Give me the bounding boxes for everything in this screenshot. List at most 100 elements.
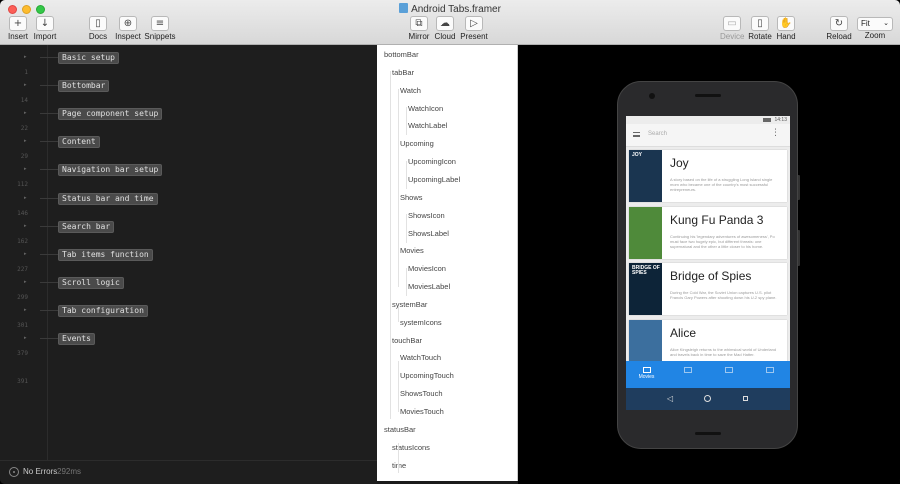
- tree-guide: [390, 71, 391, 419]
- layer-item[interactable]: MoviesTouch: [400, 407, 444, 416]
- layer-item[interactable]: bottomBar: [384, 50, 419, 59]
- fold-arrow-icon[interactable]: ▸: [24, 223, 27, 229]
- code-fold[interactable]: Search bar: [58, 220, 115, 233]
- layer-item[interactable]: MoviesLabel: [408, 282, 450, 291]
- recents-icon[interactable]: [743, 396, 748, 401]
- tree-guide: [398, 89, 399, 287]
- layer-item[interactable]: WatchTouch: [400, 353, 441, 362]
- code-fold[interactable]: Content: [58, 136, 100, 149]
- code-fold[interactable]: Bottombar: [58, 80, 110, 93]
- fold-arrow-icon[interactable]: ▸: [24, 279, 27, 285]
- fold-arrow-icon[interactable]: ▸: [24, 82, 27, 88]
- fold-arrow-icon[interactable]: ▸: [24, 166, 27, 172]
- line-number: 162: [17, 237, 28, 245]
- docs-label: Docs: [88, 32, 108, 41]
- code-fold[interactable]: Scroll logic: [58, 276, 124, 289]
- hand-button[interactable]: ✋ Hand: [776, 16, 796, 44]
- movie-description: A story based on the life of a strugglin…: [670, 177, 773, 192]
- code-fold[interactable]: Navigation bar setup: [58, 164, 163, 177]
- layer-item[interactable]: statusBar: [384, 425, 416, 434]
- movie-card[interactable]: JOY Joy A story based on the life of a str…: [629, 150, 787, 202]
- layer-item[interactable]: ShowsIcon: [408, 211, 445, 220]
- zoom-select[interactable]: Fit ⌄: [857, 17, 893, 31]
- tab-movies[interactable]: Movies: [626, 361, 667, 388]
- layer-item[interactable]: UpcomingIcon: [408, 157, 456, 166]
- search-placeholder: Search: [648, 131, 668, 137]
- menu-icon[interactable]: [633, 132, 640, 137]
- tree-guide: [398, 361, 399, 412]
- inspect-button[interactable]: ⊕ Inspect: [114, 16, 142, 44]
- layer-item[interactable]: WatchIcon: [408, 104, 443, 113]
- movie-poster: BRIDGE OF SPIES: [629, 263, 662, 315]
- device-button[interactable]: ▭ Device: [720, 16, 744, 44]
- layer-item[interactable]: ShowsTouch: [400, 389, 443, 398]
- code-editor[interactable]: 1 ▸ Basic setup 14 ▸ Bottombar 22 ▸ Page compone…: [0, 45, 377, 484]
- layer-item[interactable]: touchBar: [392, 336, 422, 345]
- window-title: Android Tabs.framer: [0, 3, 900, 15]
- movies-tab-icon: [642, 367, 651, 373]
- line-number: 227: [17, 265, 28, 273]
- code-fold[interactable]: Tab items function: [58, 248, 153, 261]
- rotate-button[interactable]: ▯ Rotate: [748, 16, 772, 44]
- bottom-speaker: [695, 432, 721, 435]
- layer-item[interactable]: time: [392, 461, 406, 470]
- layer-item[interactable]: UpcomingLabel: [408, 175, 460, 184]
- device-screen[interactable]: 14:13 Search ⋮ JOY Joy A story based on th…: [626, 116, 790, 410]
- cloud-label: Cloud: [434, 32, 456, 41]
- home-icon[interactable]: [704, 395, 711, 402]
- movie-card[interactable]: BRIDGE OF SPIES Bridge of Spies During the…: [629, 263, 787, 315]
- code-fold[interactable]: Tab configuration: [58, 304, 148, 317]
- code-fold[interactable]: Basic setup: [58, 52, 119, 64]
- fold-arrow-icon[interactable]: ▸: [24, 54, 27, 60]
- docs-button[interactable]: ▯ Docs: [87, 16, 109, 44]
- tab-upcoming[interactable]: [708, 361, 749, 388]
- zoom-label-wrap: Zoom: [862, 31, 888, 43]
- import-button[interactable]: ↓ Import: [32, 16, 58, 44]
- fold-arrow-icon[interactable]: ▸: [24, 110, 27, 116]
- layer-item[interactable]: ShowsLabel: [408, 229, 449, 238]
- layer-item[interactable]: WatchLabel: [408, 121, 447, 130]
- layer-item[interactable]: Shows: [400, 193, 423, 202]
- play-icon: ▷: [465, 16, 483, 31]
- mirror-label: Mirror: [408, 32, 430, 41]
- reload-icon: ↻: [830, 16, 848, 31]
- mirror-button[interactable]: ⧉ Mirror: [407, 16, 431, 44]
- snippets-button[interactable]: ≡ Snippets: [144, 16, 176, 44]
- tab-watch[interactable]: [667, 361, 708, 388]
- cloud-button[interactable]: ☁ Cloud: [434, 16, 456, 44]
- tree-guide: [406, 107, 407, 135]
- tab-shows[interactable]: [749, 361, 790, 388]
- layer-item[interactable]: systemIcons: [400, 318, 442, 327]
- search-bar[interactable]: Search ⋮: [626, 124, 790, 147]
- back-icon[interactable]: ◁: [667, 394, 673, 403]
- fold-arrow-icon[interactable]: ▸: [24, 307, 27, 313]
- code-fold[interactable]: Page component setup: [58, 108, 163, 121]
- layer-panel: bottomBar tabBar Watch WatchIcon WatchLabel U…: [377, 45, 518, 481]
- fold-arrow-icon[interactable]: ▸: [24, 251, 27, 257]
- tree-guide: [406, 214, 407, 243]
- layer-item[interactable]: MoviesIcon: [408, 264, 446, 273]
- device-status-bar: 14:13: [626, 116, 790, 124]
- document-icon: [399, 3, 409, 13]
- tree-guide: [406, 161, 407, 189]
- line-number: 29: [20, 153, 28, 161]
- code-fold[interactable]: Events: [58, 333, 95, 345]
- camera-icon: [649, 93, 655, 99]
- layer-item[interactable]: Watch: [400, 86, 421, 95]
- fold-arrow-icon[interactable]: ▸: [24, 335, 27, 341]
- code-fold[interactable]: Status bar and time: [58, 192, 158, 205]
- more-vert-icon[interactable]: ⋮: [771, 128, 780, 138]
- fold-connector: [40, 85, 58, 87]
- fold-arrow-icon[interactable]: ▸: [24, 195, 27, 201]
- movie-card[interactable]: Kung Fu Panda 3 Continuing his 'legendary…: [629, 206, 787, 259]
- battery-icon: [763, 118, 771, 122]
- fold-arrow-icon[interactable]: ▸: [24, 138, 27, 144]
- layer-item[interactable]: UpcomingTouch: [400, 371, 454, 380]
- layer-item[interactable]: tabBar: [392, 68, 414, 77]
- reload-button[interactable]: ↻ Reload: [826, 16, 852, 44]
- layer-item[interactable]: Movies: [400, 246, 424, 255]
- present-button[interactable]: ▷ Present: [459, 16, 489, 44]
- layer-item[interactable]: Upcoming: [400, 139, 434, 148]
- bottom-tab-bar: Movies: [626, 361, 790, 388]
- insert-button[interactable]: + Insert: [6, 16, 30, 44]
